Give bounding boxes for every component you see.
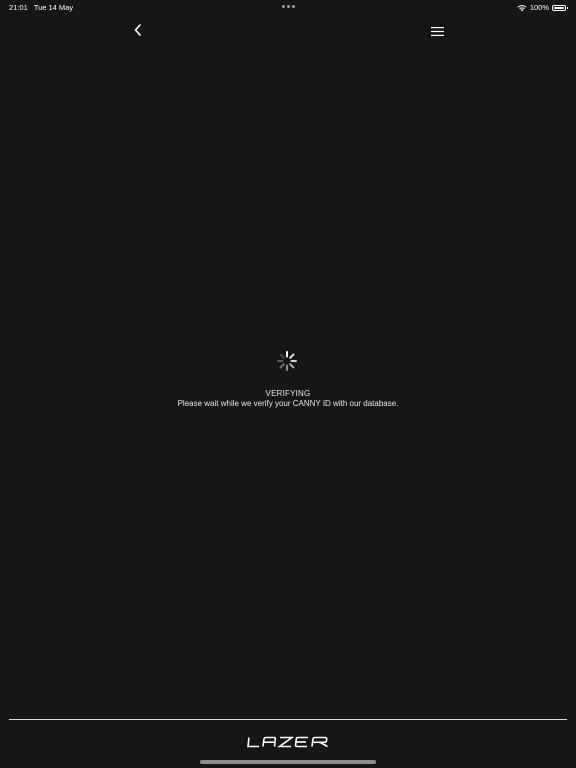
status-date: Tue 14 May [33,3,74,12]
multitasking-dots[interactable] [282,5,295,8]
dot [292,5,295,8]
dot [287,5,290,8]
hamburger-menu-icon [430,26,444,36]
screen: 21:01 Tue 14 May 100% VERIFYING Please w… [0,0,576,768]
verifying-title: VERIFYING [265,389,311,398]
home-indicator[interactable] [200,760,376,764]
status-bar: 21:01 Tue 14 May 100% [0,0,576,14]
menu-button[interactable] [429,24,445,38]
wifi-icon [517,4,527,11]
chevron-left-icon [134,24,141,36]
battery-percentage: 100% [529,3,549,12]
footer-divider [9,719,567,720]
battery-fill [554,6,564,9]
status-left: 21:01 Tue 14 May [9,3,73,12]
spinner-icon [277,351,297,371]
verifying-message: Please wait while we verify your CANNY I… [177,399,399,408]
dot [282,5,285,8]
lazer-logo: LAZER [247,735,329,748]
lazer-logo-mark [247,736,328,748]
back-button[interactable] [130,22,146,38]
battery-icon [552,4,568,11]
status-right: 100% [517,3,568,12]
status-time: 21:01 [9,3,28,12]
